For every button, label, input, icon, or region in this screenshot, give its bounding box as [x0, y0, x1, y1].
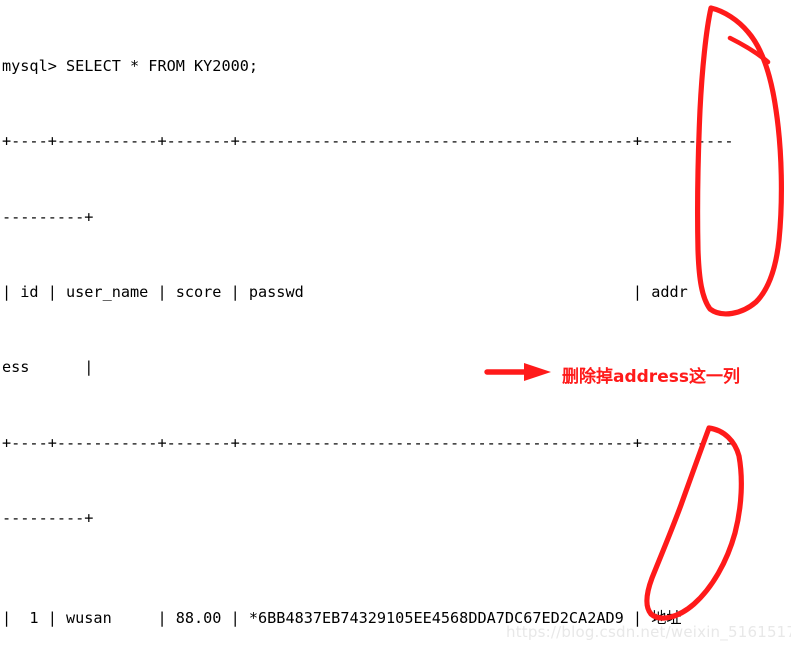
terminal-line: | id | user_name | score | passwd | addr [2, 283, 688, 302]
annotation-note-text: 删除掉address这一列 [562, 367, 740, 387]
terminal-line: +----+-----------+-------+--------------… [2, 132, 734, 151]
terminal-output[interactable]: mysql> SELECT * FROM KY2000; +----+-----… [0, 0, 791, 650]
screenshot-root: mysql> SELECT * FROM KY2000; +----+-----… [0, 0, 791, 650]
csdn-watermark: https://blog.csdn.net/weixin_51615178 [506, 623, 791, 641]
terminal-line: +----+-----------+-------+--------------… [2, 433, 734, 452]
terminal-line: ---------+ [2, 508, 94, 527]
terminal-line: ---------+ [2, 207, 94, 226]
terminal-line: mysql> SELECT * FROM KY2000; [2, 57, 259, 76]
